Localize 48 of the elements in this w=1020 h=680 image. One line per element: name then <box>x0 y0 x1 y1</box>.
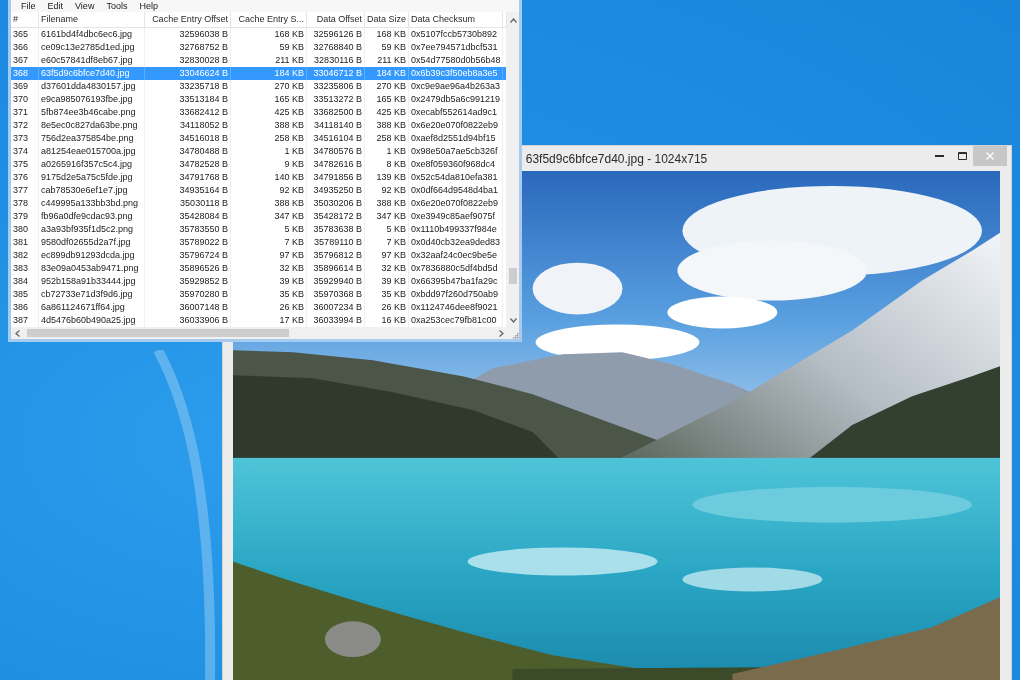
window-title: 63f5d9c6bfce7d40.jpg - 1024x715 <box>525 151 708 166</box>
scrollbar-thumb[interactable] <box>509 268 517 284</box>
chevron-right-icon <box>498 329 504 337</box>
column-header[interactable]: Data Size <box>365 12 409 27</box>
table-row[interactable]: 376 9175d2e5a75c5fde.jpg 34791768 B 140 KB 34791856 B 139 KB 0x52c54da810efa381 <box>11 171 507 184</box>
table-row[interactable]: 369 d37601dda4830157.jpg 33235718 B 270 KB 33235806 B 270 KB 0xc9e9ae96a4b263a3 <box>11 80 507 93</box>
column-header[interactable]: Data Checksum <box>409 12 503 27</box>
table-row[interactable]: 384 952b158a91b33444.jpg 35929852 B 39 KB 35929940 B 39 KB 0x66395b47ba1fa29c <box>11 275 507 288</box>
column-header[interactable]: Cache Entry Offset <box>145 12 231 27</box>
vertical-scrollbar[interactable] <box>507 12 519 327</box>
menu-item[interactable]: View <box>69 0 101 12</box>
table-row[interactable]: 366 ce09c13e2785d1ed.jpg 32768752 B 59 KB 32768840 B 59 KB 0x7ee794571dbcf531 <box>11 41 507 54</box>
horizontal-scrollbar[interactable] <box>11 327 507 339</box>
close-icon <box>986 152 994 160</box>
resize-grip-icon <box>511 331 519 339</box>
table-row[interactable]: 382 ec899db91293dcda.jpg 35796724 B 97 KB 35796812 B 97 KB 0x32aaf24c0ec9be5e <box>11 249 507 262</box>
chevron-down-icon <box>509 318 517 323</box>
table-row[interactable]: 381 9580df02655d2a7f.jpg 35789022 B 7 KB 35789110 B 7 KB 0x0d40cb32ea9ded83 <box>11 236 507 249</box>
menu-item[interactable]: File <box>15 0 42 12</box>
column-header[interactable]: # <box>11 12 39 27</box>
table-row[interactable]: 372 8e5ec0c827da63be.png 34118052 B 388 KB 34118140 B 388 KB 0x6e20e070f0822eb9 <box>11 119 507 132</box>
table-row[interactable]: 385 cb72733e71d3f9d6.jpg 35970280 B 35 KB 35970368 B 35 KB 0xbdd97f260d750ab9 <box>11 288 507 301</box>
table-row[interactable]: 367 e60c57841df8eb67.jpg 32830028 B 211 KB 32830116 B 211 KB 0x54d77580d0b56b48 <box>11 54 507 67</box>
table-row[interactable]: 370 e9ca985076193fbe.jpg 33513184 B 165 KB 33513272 B 165 KB 0x2479db5a6c991219 <box>11 93 507 106</box>
menu-item[interactable]: Tools <box>100 0 134 12</box>
minimize-icon <box>934 155 944 157</box>
column-header[interactable]: Data Offset <box>307 12 365 27</box>
maximize-icon <box>957 152 967 160</box>
column-header[interactable]: Filename <box>39 12 145 27</box>
table-row[interactable]: 374 a81254eae015700a.jpg 34780488 B 1 KB 34780576 B 1 KB 0x98e50a7ae5cb326f <box>11 145 507 158</box>
table-row[interactable]: 378 c449995a133bb3bd.png 35030118 B 388 KB 35030206 B 388 KB 0x6e20e070f0822eb9 <box>11 197 507 210</box>
table-row[interactable]: 377 cab78530e6ef1e7.jpg 34935164 B 92 KB 34935250 B 92 KB 0x0df664d9548d4ba1 <box>11 184 507 197</box>
table-row[interactable]: 386 6a861124671ff64.jpg 36007148 B 26 KB 36007234 B 26 KB 0x1124746dee8f9021 <box>11 301 507 314</box>
table-row[interactable]: 371 5fb874ee3b46cabe.png 33682412 B 425 KB 33682500 B 425 KB 0xecabf552614ad9c1 <box>11 106 507 119</box>
table-row[interactable]: 373 756d2ea375854be.png 34516018 B 258 KB 34516104 B 258 KB 0xaef8d2551d94bf15 <box>11 132 507 145</box>
rock <box>324 621 381 658</box>
table-row[interactable]: 379 fb96a0dfe9cdac93.png 35428084 B 347 KB 35428172 B 347 KB 0xe3949c85aef9075f <box>11 210 507 223</box>
column-header[interactable]: Cache Entry S... <box>231 12 307 27</box>
table-row[interactable]: 375 a0265916f357c5c4.jpg 34782528 B 9 KB 34782616 B 8 KB 0xe8f059360f968dc4 <box>11 158 507 171</box>
scrollbar-thumb[interactable] <box>27 329 289 337</box>
table-row[interactable]: 380 a3a93bf935f1d5c2.png 35783550 B 5 KB 35783638 B 5 KB 0x1110b499337f984e <box>11 223 507 236</box>
table-row[interactable]: 387 4d5476b60b490a25.jpg 36033906 B 17 KB 36033994 B 16 KB 0xa253cec79fb81c00 <box>11 314 507 327</box>
chevron-left-icon <box>14 329 20 337</box>
table-row[interactable]: 383 83e09a0453ab9471.png 35896526 B 32 KB 35896614 B 32 KB 0x7836880c5df4bd5d <box>11 262 507 275</box>
chevron-up-icon <box>509 17 517 23</box>
table-row[interactable]: 365 6161bd4f4dbc6ec6.jpg 32596038 B 168 KB 32596126 B 168 KB 0x5107fccb5730b892 <box>11 28 507 41</box>
menu-item[interactable]: Help <box>133 0 164 12</box>
menu-item[interactable]: Edit <box>41 0 70 12</box>
